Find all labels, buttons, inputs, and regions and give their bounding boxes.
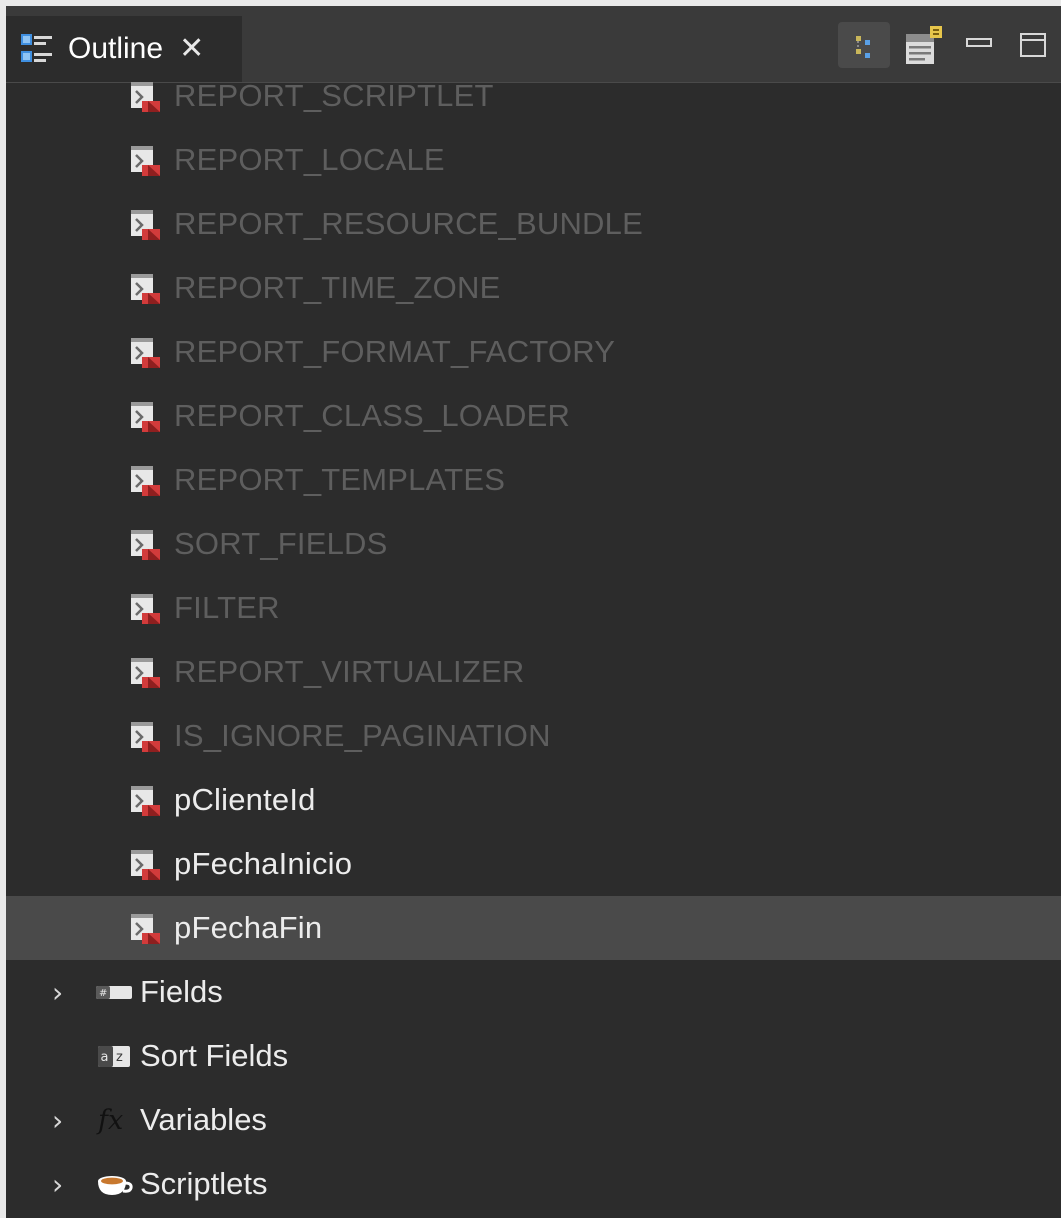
- tree-item-parameter[interactable]: REPORT_LOCALE: [6, 128, 1061, 192]
- minimize-icon: [966, 38, 992, 47]
- tree-item-parameter[interactable]: REPORT_FORMAT_FACTORY: [6, 320, 1061, 384]
- parameter-label: pFechaInicio: [174, 846, 353, 881]
- tree-node-label: Variables: [140, 1102, 267, 1137]
- parameter-icon: [128, 719, 162, 753]
- parameter-label: REPORT_RESOURCE_BUNDLE: [174, 206, 643, 241]
- variables-icon: fx: [94, 1103, 134, 1137]
- parameter-icon: [128, 79, 162, 113]
- tree-node-fields[interactable]: › # Fields: [6, 960, 1061, 1024]
- tab-title: Outline: [68, 32, 164, 65]
- tree-item-parameter[interactable]: IS_IGNORE_PAGINATION: [6, 704, 1061, 768]
- parameter-label: REPORT_FORMAT_FACTORY: [174, 334, 616, 369]
- tree-item-parameter[interactable]: pFechaInicio: [6, 832, 1061, 896]
- maximize-button[interactable]: [1016, 22, 1050, 68]
- parameter-icon: [128, 335, 162, 369]
- sort-fields-icon: az: [94, 1039, 134, 1073]
- tree-item-parameter[interactable]: REPORT_TIME_ZONE: [6, 256, 1061, 320]
- parameter-label: REPORT_TEMPLATES: [174, 462, 506, 497]
- tree-item-parameter-selected[interactable]: pFechaFin: [6, 896, 1061, 960]
- parameter-icon: [128, 271, 162, 305]
- parameter-icon: [128, 527, 162, 561]
- tree-item-parameter[interactable]: REPORT_TEMPLATES: [6, 448, 1061, 512]
- parameter-icon: [128, 655, 162, 689]
- parameter-label: pFechaFin: [174, 910, 323, 945]
- tree-item-parameter[interactable]: REPORT_RESOURCE_BUNDLE: [6, 192, 1061, 256]
- tree-node-label: Fields: [140, 974, 223, 1009]
- fields-icon: #: [94, 975, 134, 1009]
- parameter-label: pClienteId: [174, 782, 316, 817]
- page-view-button[interactable]: [896, 22, 950, 68]
- parameter-icon: [128, 911, 162, 945]
- tree-node-sort-fields[interactable]: az Sort Fields: [6, 1024, 1061, 1088]
- parameter-icon: [128, 783, 162, 817]
- tree-item-parameter[interactable]: pClienteId: [6, 768, 1061, 832]
- chevron-right-icon[interactable]: ›: [52, 976, 63, 1009]
- parameter-label: FILTER: [174, 590, 280, 625]
- tree-item-parameter[interactable]: SORT_FIELDS: [6, 512, 1061, 576]
- parameter-label: REPORT_TIME_ZONE: [174, 270, 501, 305]
- tree-item-parameter[interactable]: FILTER: [6, 576, 1061, 640]
- chevron-right-icon[interactable]: ›: [52, 1168, 63, 1201]
- tree-item-parameter[interactable]: REPORT_CLASS_LOADER: [6, 384, 1061, 448]
- minimize-button[interactable]: [962, 22, 996, 68]
- svg-text:z: z: [116, 1050, 123, 1065]
- parameter-label: REPORT_LOCALE: [174, 142, 445, 177]
- parameter-icon: [128, 207, 162, 241]
- tree-node-variables[interactable]: › fx Variables: [6, 1088, 1061, 1152]
- tree-view-icon: [856, 36, 870, 58]
- outline-panel: Outline ✕ REPORT_SCRIPTLET REPORT_LOCALE…: [6, 6, 1061, 1218]
- tree-node-label: Sort Fields: [140, 1038, 289, 1073]
- tree-view-button[interactable]: [838, 22, 890, 68]
- maximize-icon: [1020, 33, 1046, 57]
- tree-item-parameter[interactable]: REPORT_VIRTUALIZER: [6, 640, 1061, 704]
- parameter-icon: [128, 399, 162, 433]
- parameter-icon: [128, 847, 162, 881]
- parameter-label: IS_IGNORE_PAGINATION: [174, 718, 551, 753]
- tree-item-parameter[interactable]: REPORT_SCRIPTLET: [6, 64, 1061, 128]
- parameter-icon: [128, 463, 162, 497]
- parameter-label: REPORT_SCRIPTLET: [174, 78, 494, 113]
- tree-node-label: Scriptlets: [140, 1166, 268, 1201]
- parameter-icon: [128, 591, 162, 625]
- svg-text:#: #: [99, 988, 107, 999]
- parameter-label: REPORT_VIRTUALIZER: [174, 654, 525, 689]
- parameter-label: REPORT_CLASS_LOADER: [174, 398, 571, 433]
- outline-view-icon: [20, 32, 54, 66]
- parameter-label: SORT_FIELDS: [174, 526, 388, 561]
- parameter-icon: [128, 143, 162, 177]
- close-icon[interactable]: ✕: [179, 34, 204, 64]
- page-view-icon: [906, 26, 942, 64]
- svg-text:a: a: [101, 1050, 109, 1065]
- coffee-cup-icon: [94, 1167, 134, 1201]
- tree-node-scriptlets[interactable]: › Scriptlets: [6, 1152, 1061, 1216]
- chevron-right-icon[interactable]: ›: [52, 1104, 63, 1137]
- svg-text:fx: fx: [96, 1105, 123, 1136]
